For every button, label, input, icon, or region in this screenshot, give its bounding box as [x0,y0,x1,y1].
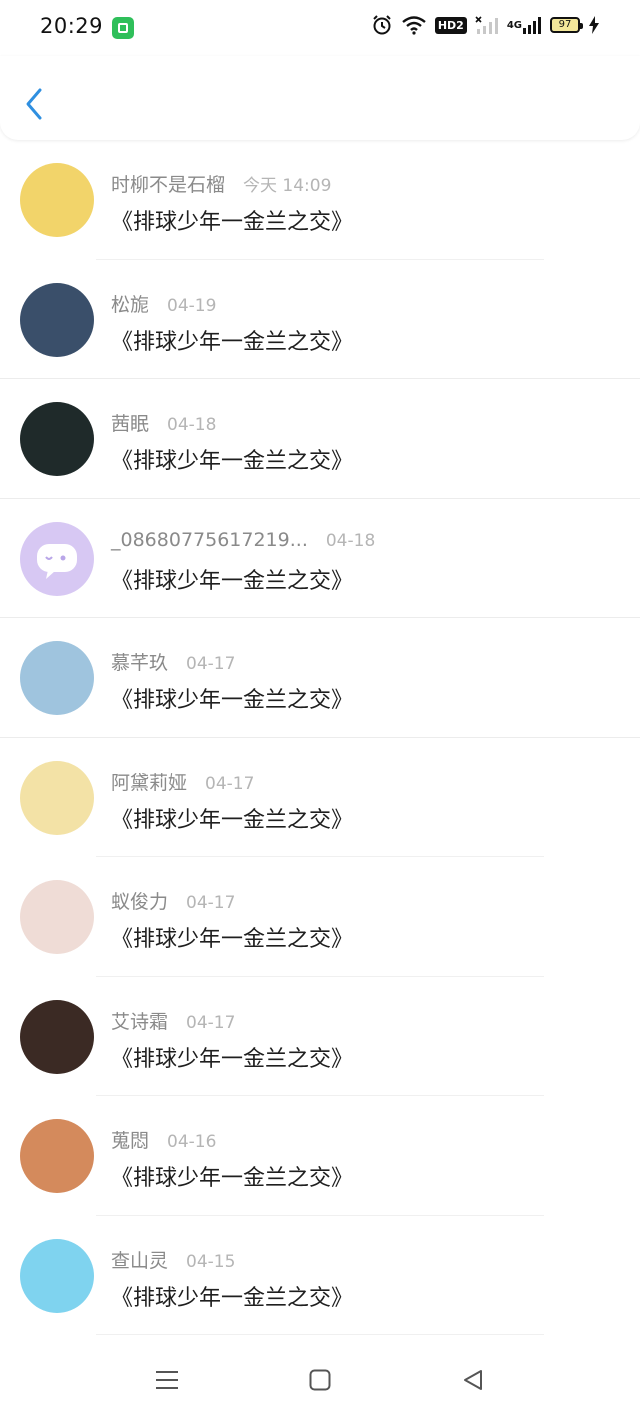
username[interactable]: _08680775617219... [111,529,308,551]
menu-button[interactable] [149,1362,185,1398]
message-text: 《排球少年一金兰之交》 [111,1166,354,1191]
row-header: 茜眠 04-18 [111,409,216,436]
avatar[interactable] [20,402,94,476]
avatar[interactable] [20,282,94,357]
status-time: 20:29 [40,14,104,38]
system-back-button[interactable] [455,1362,491,1398]
message-text: 《排球少年一金兰之交》 [111,568,354,594]
message-text: 《排球少年一金兰之交》 [111,688,354,713]
home-square-icon [309,1369,331,1391]
message-row[interactable]: _08680775617219... 04-18 《排球少年一金兰之交》 [0,499,640,618]
signal-x-icon [475,15,499,35]
battery-indicator: 97 [550,17,583,33]
username[interactable]: 时柳不是石榴 [111,170,225,197]
home-button[interactable] [302,1362,338,1398]
row-header: 松旎 04-19 [111,290,216,317]
message-text: 《排球少年一金兰之交》 [111,329,354,355]
message-row[interactable]: 查山灵 04-15 《排球少年一金兰之交》 [0,1216,640,1335]
back-button[interactable] [20,84,48,124]
username[interactable]: 蒐悶 [111,1126,149,1153]
message-row[interactable]: 茜眠 04-18 《排球少年一金兰之交》 [0,379,640,499]
hd-voice-badge: HD2 [434,16,467,34]
row-header: 阿黛莉娅 04-17 [111,768,254,795]
message-text: 《排球少年一金兰之交》 [111,210,354,235]
avatar[interactable] [20,880,94,954]
alarm-icon [371,14,393,36]
message-text: 《排球少年一金兰之交》 [111,807,354,833]
row-header: _08680775617219... 04-18 [111,529,375,551]
chevron-left-icon [26,88,42,120]
avatar[interactable] [20,760,94,835]
timestamp: 今天 14:09 [243,176,332,196]
back-triangle-icon [464,1370,482,1390]
timestamp: 04-18 [325,530,376,551]
wifi-icon [401,15,427,35]
message-text: 《排球少年一金兰之交》 [111,1046,354,1072]
timestamp: 04-15 [186,1251,236,1272]
status-bar: 20:29 HD2 4G 97 [0,0,640,56]
message-row[interactable]: 蚁俊力 04-17 《排球少年一金兰之交》 [0,857,640,977]
username[interactable]: 查山灵 [111,1246,168,1273]
avatar[interactable] [20,641,94,715]
network-type-label: 4G [506,19,522,31]
username[interactable]: 阿黛莉娅 [111,768,187,795]
message-row[interactable]: 艾诗霜 04-17 《排球少年一金兰之交》 [0,977,640,1096]
system-nav-bar [0,1340,640,1422]
timestamp: 04-17 [205,773,255,794]
timestamp: 04-17 [186,654,236,674]
top-header [0,56,640,140]
message-text: 《排球少年一金兰之交》 [111,1285,354,1311]
app-notification-icon [112,17,134,39]
message-text: 《排球少年一金兰之交》 [111,449,354,474]
row-header: 艾诗霜 04-17 [111,1007,235,1034]
row-header: 蚁俊力 04-17 [111,887,235,914]
timestamp: 04-17 [186,1012,236,1033]
signal-4g-icon: 4G [507,15,542,35]
username[interactable]: 松旎 [111,290,149,317]
avatar[interactable] [20,999,94,1074]
username[interactable]: 慕芊玖 [111,648,168,675]
timestamp: 04-19 [167,295,217,316]
username[interactable]: 艾诗霜 [111,1007,168,1034]
message-row[interactable]: 松旎 04-19 《排球少年一金兰之交》 [0,260,640,379]
row-header: 查山灵 04-15 [111,1246,235,1273]
avatar[interactable] [20,521,94,596]
timestamp: 04-17 [186,893,236,913]
row-header: 蒐悶 04-16 [111,1126,216,1153]
message-row[interactable]: 时柳不是石榴 今天 14:09 《排球少年一金兰之交》 [0,140,640,260]
message-text: 《排球少年一金兰之交》 [111,927,354,952]
message-row[interactable]: 慕芊玖 04-17 《排球少年一金兰之交》 [0,618,640,738]
row-divider [96,1334,544,1335]
timestamp: 04-18 [167,415,217,435]
timestamp: 04-16 [167,1132,217,1152]
charging-bolt-icon [588,15,600,35]
message-list: 时柳不是石榴 今天 14:09 《排球少年一金兰之交》 松旎 04-19 《排球少年一金兰… [0,140,640,1335]
avatar[interactable] [20,1238,94,1313]
avatar[interactable] [20,163,94,237]
row-header: 慕芊玖 04-17 [111,648,235,675]
menu-icon [156,1371,178,1389]
message-row[interactable]: 阿黛莉娅 04-17 《排球少年一金兰之交》 [0,738,640,857]
status-icons: HD2 4G 97 [371,14,600,36]
username[interactable]: 茜眠 [111,409,149,436]
avatar[interactable] [20,1119,94,1193]
username[interactable]: 蚁俊力 [111,887,168,914]
chat-bubble-icon [37,543,77,579]
message-row[interactable]: 蒐悶 04-16 《排球少年一金兰之交》 [0,1096,640,1216]
row-header: 时柳不是石榴 今天 14:09 [111,170,331,197]
